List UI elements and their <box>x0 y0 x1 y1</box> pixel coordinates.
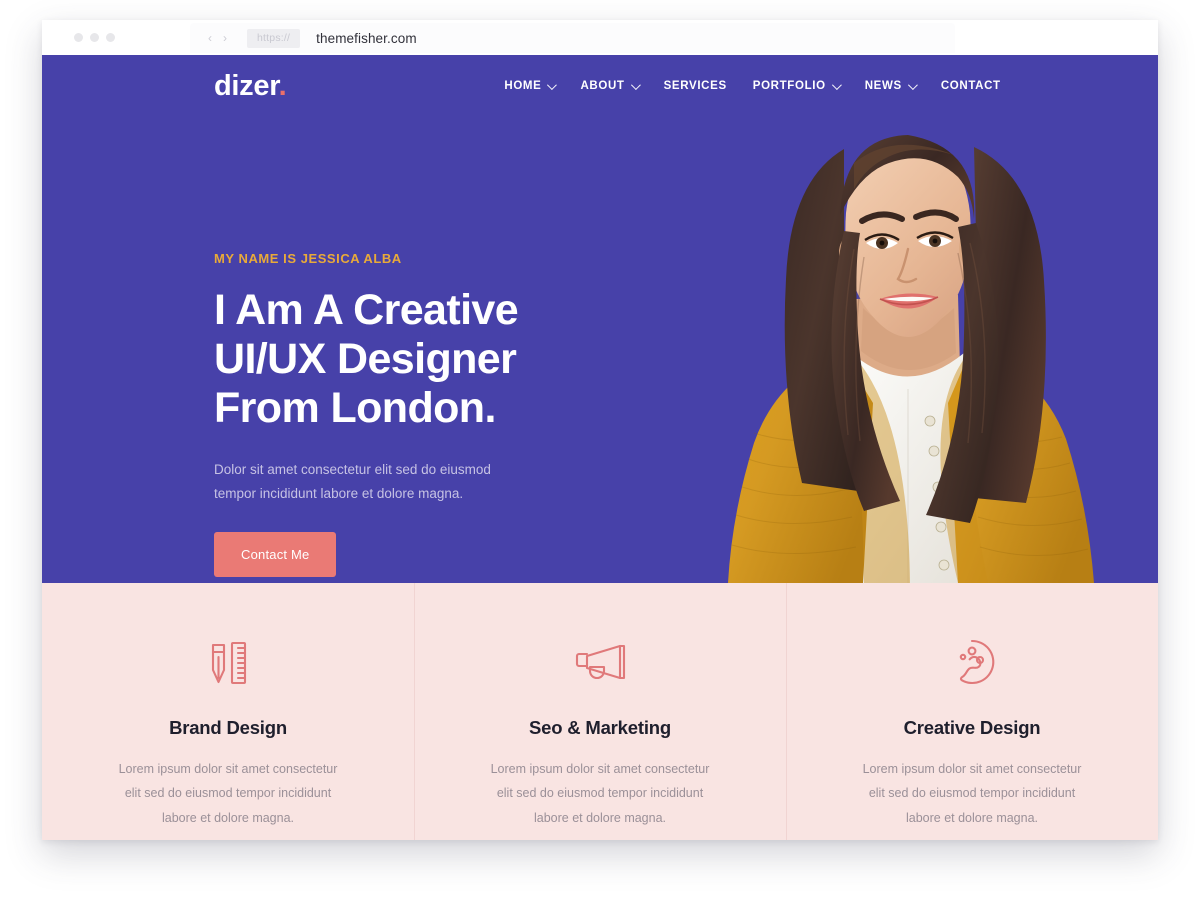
maximize-window-button[interactable] <box>106 33 115 42</box>
forward-arrow-icon[interactable]: › <box>223 32 227 44</box>
url-text[interactable]: themefisher.com <box>316 31 417 46</box>
hero-title-line-3: From London. <box>214 383 496 432</box>
service-card-seo-marketing[interactable]: Seo & Marketing Lorem ipsum dolor sit am… <box>414 583 786 840</box>
hero-title: I Am A Creative UI/UX Designer From Lond… <box>214 286 574 432</box>
menu-item-contact[interactable]: CONTACT <box>928 74 1014 98</box>
megaphone-icon <box>448 637 752 687</box>
menu-item-label: HOME <box>504 80 542 92</box>
service-title: Creative Design <box>903 717 1041 738</box>
logo-dot: . <box>278 69 287 102</box>
paint-palette-icon <box>820 637 1124 687</box>
minimize-window-button[interactable] <box>90 33 99 42</box>
service-card-brand-design[interactable]: Brand Design Lorem ipsum dolor sit amet … <box>42 583 414 840</box>
service-description: Lorem ipsum dolor sit amet consectetur e… <box>862 762 1082 825</box>
browser-chrome: ‹ › https:// themefisher.com <box>42 20 1158 55</box>
logo-text: dizer <box>214 69 279 102</box>
close-window-button[interactable] <box>74 33 83 42</box>
pencil-ruler-icon <box>76 637 380 687</box>
menu-item-portfolio[interactable]: PORTFOLIO <box>740 74 852 98</box>
traffic-lights <box>74 33 115 42</box>
chevron-down-icon <box>630 79 641 90</box>
browser-window: ‹ › https:// themefisher.com dizer. HOME… <box>42 20 1158 840</box>
service-card-creative-design[interactable]: Creative Design Lorem ipsum dolor sit am… <box>786 583 1158 840</box>
url-scheme-badge: https:// <box>247 28 301 48</box>
service-description: Lorem ipsum dolor sit amet consectetur e… <box>118 762 338 825</box>
menu-item-services[interactable]: SERVICES <box>651 74 740 98</box>
service-description: Lorem ipsum dolor sit amet consectetur e… <box>490 762 710 825</box>
main-menu: HOME ABOUT SERVICES PORTFOLIO NEWS CONTA… <box>491 74 1013 98</box>
menu-item-label: PORTFOLIO <box>752 80 826 92</box>
hero-title-line-1: I Am A Creative <box>214 286 519 334</box>
menu-item-label: CONTACT <box>940 80 1001 92</box>
hero-paragraph: Dolor sit amet consectetur elit sed do e… <box>214 462 491 501</box>
menu-item-about[interactable]: ABOUT <box>567 74 650 98</box>
hero-eyebrow: MY NAME IS JESSICA ALBA <box>214 251 402 266</box>
navbar: dizer. HOME ABOUT SERVICES PORTFOLIO NEW… <box>42 55 1158 117</box>
hero-content: MY NAME IS JESSICA ALBA I Am A Creative … <box>214 251 574 577</box>
address-bar[interactable]: ‹ › https:// themefisher.com <box>190 23 955 53</box>
chevron-down-icon <box>831 79 842 90</box>
menu-item-label: SERVICES <box>663 80 727 92</box>
hero-portrait-image <box>728 135 1094 583</box>
browser-nav-arrows: ‹ › <box>208 32 227 44</box>
chevron-down-icon <box>547 79 558 90</box>
menu-item-news[interactable]: NEWS <box>852 74 928 98</box>
back-arrow-icon[interactable]: ‹ <box>208 32 212 44</box>
hero-title-line-2: UI/UX Designer <box>214 334 517 383</box>
menu-item-home[interactable]: HOME <box>491 74 567 98</box>
chevron-down-icon <box>907 79 918 90</box>
site-logo[interactable]: dizer. <box>214 69 287 102</box>
services-section: Brand Design Lorem ipsum dolor sit amet … <box>42 583 1158 840</box>
service-title: Seo & Marketing <box>529 717 671 738</box>
menu-item-label: NEWS <box>864 80 902 92</box>
contact-me-button[interactable]: Contact Me <box>214 531 337 577</box>
menu-item-label: ABOUT <box>580 80 625 92</box>
hero-section: dizer. HOME ABOUT SERVICES PORTFOLIO NEW… <box>42 55 1158 583</box>
service-title: Brand Design <box>169 717 287 738</box>
